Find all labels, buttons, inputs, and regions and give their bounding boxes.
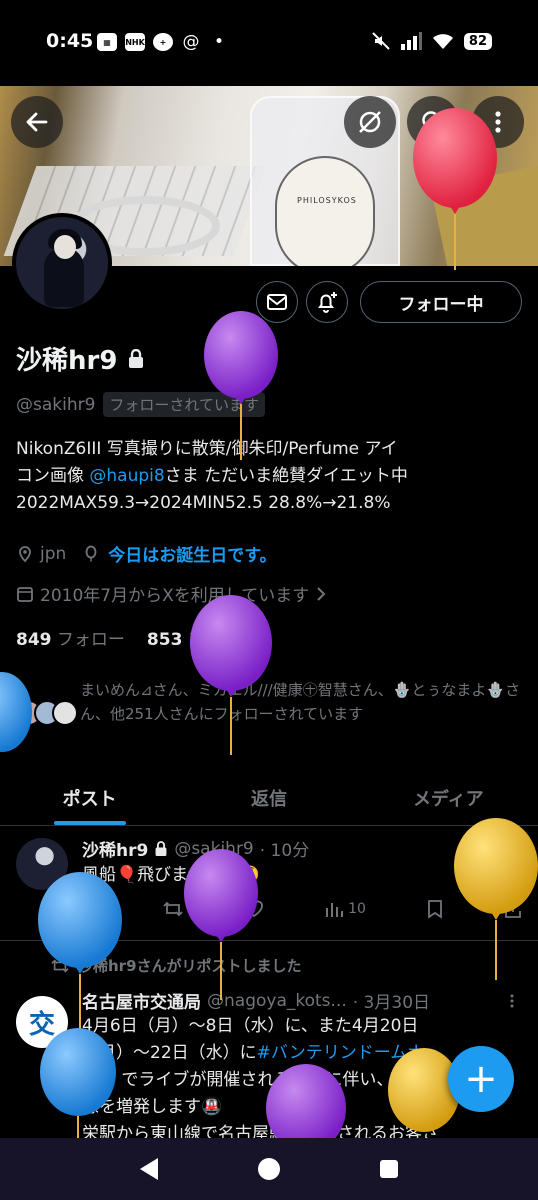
compose-button[interactable]: + [448,1046,514,1112]
share-icon [505,899,521,918]
nav-back-icon[interactable] [140,1158,158,1180]
banner-gold-object [430,165,538,266]
bio-line-2: コン画像 @haupi8さま ただいま絶賛ダイエット中 [16,466,408,486]
banner-label-text: PHILOSYKOS [297,196,357,205]
joined-text: 2010年7月からXを利用しています [40,586,310,606]
bio-line-1: NikonZ6III 写真撮りに散策/御朱印/Perfume アイ [16,439,398,459]
followed-by-avatars [16,700,78,726]
followed-by-text[interactable]: まいめん⊿さん、ミカエル///健康㊉智慧さん、🪬とぅなまよ🪬さん、他251人さん… [80,678,525,726]
avatar[interactable]: 交 [16,996,68,1048]
post-more-icon[interactable] [505,842,519,856]
status-bar: 0:45 ▦ NHK + @ • 82 [0,0,538,86]
arrow-left-icon [26,112,48,132]
profile-meta: jpn 今日はお誕生日です。 [16,541,277,566]
repost-note: 沙稀hr9さんがリポストしました [50,955,302,976]
at-icon: @ [182,32,200,52]
signal-icon [400,32,422,50]
post-handle: @nagoya_kots... [207,990,347,1011]
repost-button[interactable] [162,899,184,919]
reply-icon [84,901,100,917]
wifi-icon [432,34,453,49]
heart-icon [245,900,263,918]
location-text: jpn [40,543,67,564]
battery-indicator: 82 [463,32,492,50]
views-icon [326,903,344,917]
post-time: · 10分 [259,841,310,861]
calendar-icon [17,586,33,602]
mute-icon [372,32,390,50]
bio-line-3: 2022MAX59.3→2024MIN52.5 28.8%→21.8% [16,493,391,513]
chevron-right-icon [317,586,326,601]
follows-you-badge: フォローされています [103,392,265,417]
avatar[interactable] [16,838,68,890]
profile-tabs: ポスト 返信 メディア [0,770,538,826]
handle-row: @sakihr9 フォローされています [16,392,265,417]
joined-row[interactable]: 2010年7月からXを利用しています [16,581,327,606]
tab-replies[interactable]: 返信 [179,770,358,825]
views-count: 10 [348,901,366,917]
banner-label [275,156,375,266]
lock-icon [129,348,144,368]
nhk-plus-icon: + [153,33,173,51]
hashtag-link[interactable]: #バンテリンドームナ [257,1043,425,1063]
lock-icon [155,840,167,856]
more-button[interactable] [472,96,524,148]
notify-button[interactable] [306,281,348,323]
post-time: · 3月30日 [352,993,431,1013]
tab-posts[interactable]: ポスト [0,770,179,825]
birthday-text: 今日はお誕生日です。 [108,546,277,566]
balloon-icon [85,545,97,561]
message-button[interactable] [256,281,298,323]
post-author: 名古屋市交通局 [82,993,201,1013]
profile-handle: @sakihr9 [16,394,96,415]
nav-recents-icon[interactable] [380,1160,398,1178]
hashtag-link[interactable]: ゴヤ [82,1070,116,1090]
profile-name: 沙稀hr9 [16,340,145,377]
status-time: 0:45 [46,30,94,52]
post-header: 名古屋市交通局 @nagoya_kots... · 3月30日 [82,988,431,1014]
bookmark-button[interactable] [426,899,444,919]
following-link[interactable]: 849 フォロー [16,625,125,650]
repost-icon [163,901,183,917]
system-icons: 82 [372,32,492,50]
post-more-icon[interactable] [505,994,519,1008]
search-icon [422,111,444,133]
profile-bio: NikonZ6III 写真撮りに散策/御朱印/Perfume アイ コン画像 @… [16,436,516,517]
bell-plus-icon [318,292,337,313]
balloon-purple [190,595,272,755]
divider [0,940,538,941]
reply-button[interactable] [82,899,102,919]
post-header: 沙稀hr9 @sakihr9 · 10分 [82,836,310,862]
back-button[interactable] [11,96,63,148]
grok-button[interactable] [344,96,396,148]
display-name: 沙稀hr9 [16,346,118,376]
dot-icon: • [213,32,225,52]
following-button[interactable]: フォロー中 [360,281,522,323]
like-button[interactable] [244,899,264,919]
location-icon [19,545,31,562]
search-button[interactable] [407,96,459,148]
share-button[interactable] [504,899,522,919]
tab-media[interactable]: メディア [359,770,538,825]
notification-icons: ▦ NHK + @ • [97,32,229,52]
bio-mention-link[interactable]: @haupi8 [89,466,164,486]
post-text: 風船🎈飛びませんね🤔 [82,865,260,885]
follow-counts: 849 フォロー 853 フォロワー [16,625,273,650]
avatar [52,700,78,726]
nav-home-icon[interactable] [258,1158,280,1180]
views-button[interactable]: 10 [324,899,366,919]
repost-icon [51,958,69,973]
nhk-icon: NHK [125,33,145,51]
envelope-icon [267,294,287,310]
grok-icon [359,111,381,133]
post-author: 沙稀hr9 [82,841,149,861]
bookmark-icon [428,900,442,919]
profile-avatar[interactable] [12,213,112,313]
followers-link[interactable]: 853 フォロワー [147,625,273,650]
calendar-icon: ▦ [97,33,117,51]
post-actions: 10 [82,899,522,919]
system-nav-bar [0,1138,538,1200]
more-vertical-icon [495,111,501,133]
post-handle: @sakihr9 [174,838,254,859]
